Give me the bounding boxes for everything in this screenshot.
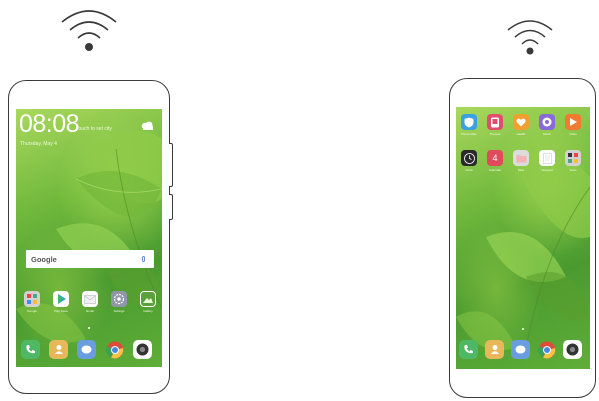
mic-icon[interactable]	[142, 256, 145, 262]
music-icon[interactable]	[539, 114, 555, 130]
app-label-play-store: Play Store	[54, 309, 68, 313]
contacts-icon[interactable]	[485, 340, 504, 359]
camera-icon[interactable]	[133, 340, 152, 359]
volume-button	[169, 143, 173, 187]
phone-icon[interactable]	[459, 340, 478, 359]
app-label-music: Music	[543, 132, 551, 136]
app-label-themes: Themes	[489, 132, 501, 136]
google-folder-icon[interactable]	[24, 291, 40, 307]
app-label-settings: Settings	[113, 309, 125, 313]
right-phone: Phone Man. Themes Health Music Video Clo…	[449, 78, 596, 398]
cloud-icon	[141, 121, 153, 130]
app-label-google: Google	[27, 309, 37, 313]
contacts-icon[interactable]	[49, 340, 68, 359]
app-label-clock: Clock	[465, 168, 473, 172]
app-label-email: Email	[86, 309, 94, 313]
left-phone-home-screen: 08:08 Touch to set city Thursday, May 4 …	[16, 109, 162, 367]
page-indicator-dot	[522, 328, 524, 330]
phone-manager-icon[interactable]	[461, 114, 477, 130]
app-label-calendar: Calendar	[488, 168, 502, 172]
weather-text: Touch to set city	[76, 126, 112, 132]
messaging-icon[interactable]	[511, 340, 530, 359]
wifi-icon-right	[507, 20, 553, 55]
tools-folder-icon[interactable]	[565, 150, 581, 166]
settings-icon[interactable]	[111, 291, 127, 307]
calendar-icon[interactable]: 4	[487, 150, 503, 166]
phone-icon[interactable]	[21, 340, 40, 359]
search-brand: Google	[31, 254, 57, 264]
camera-icon[interactable]	[563, 340, 582, 359]
app-label-phone-manager: Phone Man.	[460, 132, 478, 136]
page-indicator-dot	[88, 327, 90, 329]
wifi-icon-left	[61, 10, 117, 51]
video-icon[interactable]	[565, 114, 581, 130]
themes-icon[interactable]	[487, 114, 503, 130]
app-label-files: Files	[517, 168, 525, 172]
health-icon[interactable]	[513, 114, 529, 130]
chrome-icon[interactable]	[537, 340, 556, 359]
files-icon[interactable]	[513, 150, 529, 166]
messaging-icon[interactable]	[77, 340, 96, 359]
app-label-video: Video	[569, 132, 577, 136]
calendar-day-value: 4	[492, 153, 498, 163]
app-label-notepad: Notepad	[541, 168, 553, 172]
play-store-icon[interactable]	[53, 291, 69, 307]
notepad-icon[interactable]	[539, 150, 555, 166]
google-search-bar[interactable]: Google	[26, 250, 154, 268]
chrome-icon[interactable]	[105, 340, 124, 359]
email-icon[interactable]	[82, 291, 98, 307]
clock-icon[interactable]	[461, 150, 477, 166]
app-label-tools: Tools	[569, 168, 577, 172]
lock-clock: 08:08	[19, 110, 80, 138]
app-label-gallery: Gallery	[143, 309, 153, 313]
app-label-health: Health	[516, 132, 526, 136]
gallery-icon[interactable]	[140, 291, 156, 307]
date-text: Thursday, May 4	[20, 141, 57, 147]
right-phone-home-screen: Phone Man. Themes Health Music Video Clo…	[456, 107, 590, 369]
power-button	[169, 194, 173, 220]
left-phone: 08:08 Touch to set city Thursday, May 4 …	[8, 80, 170, 394]
